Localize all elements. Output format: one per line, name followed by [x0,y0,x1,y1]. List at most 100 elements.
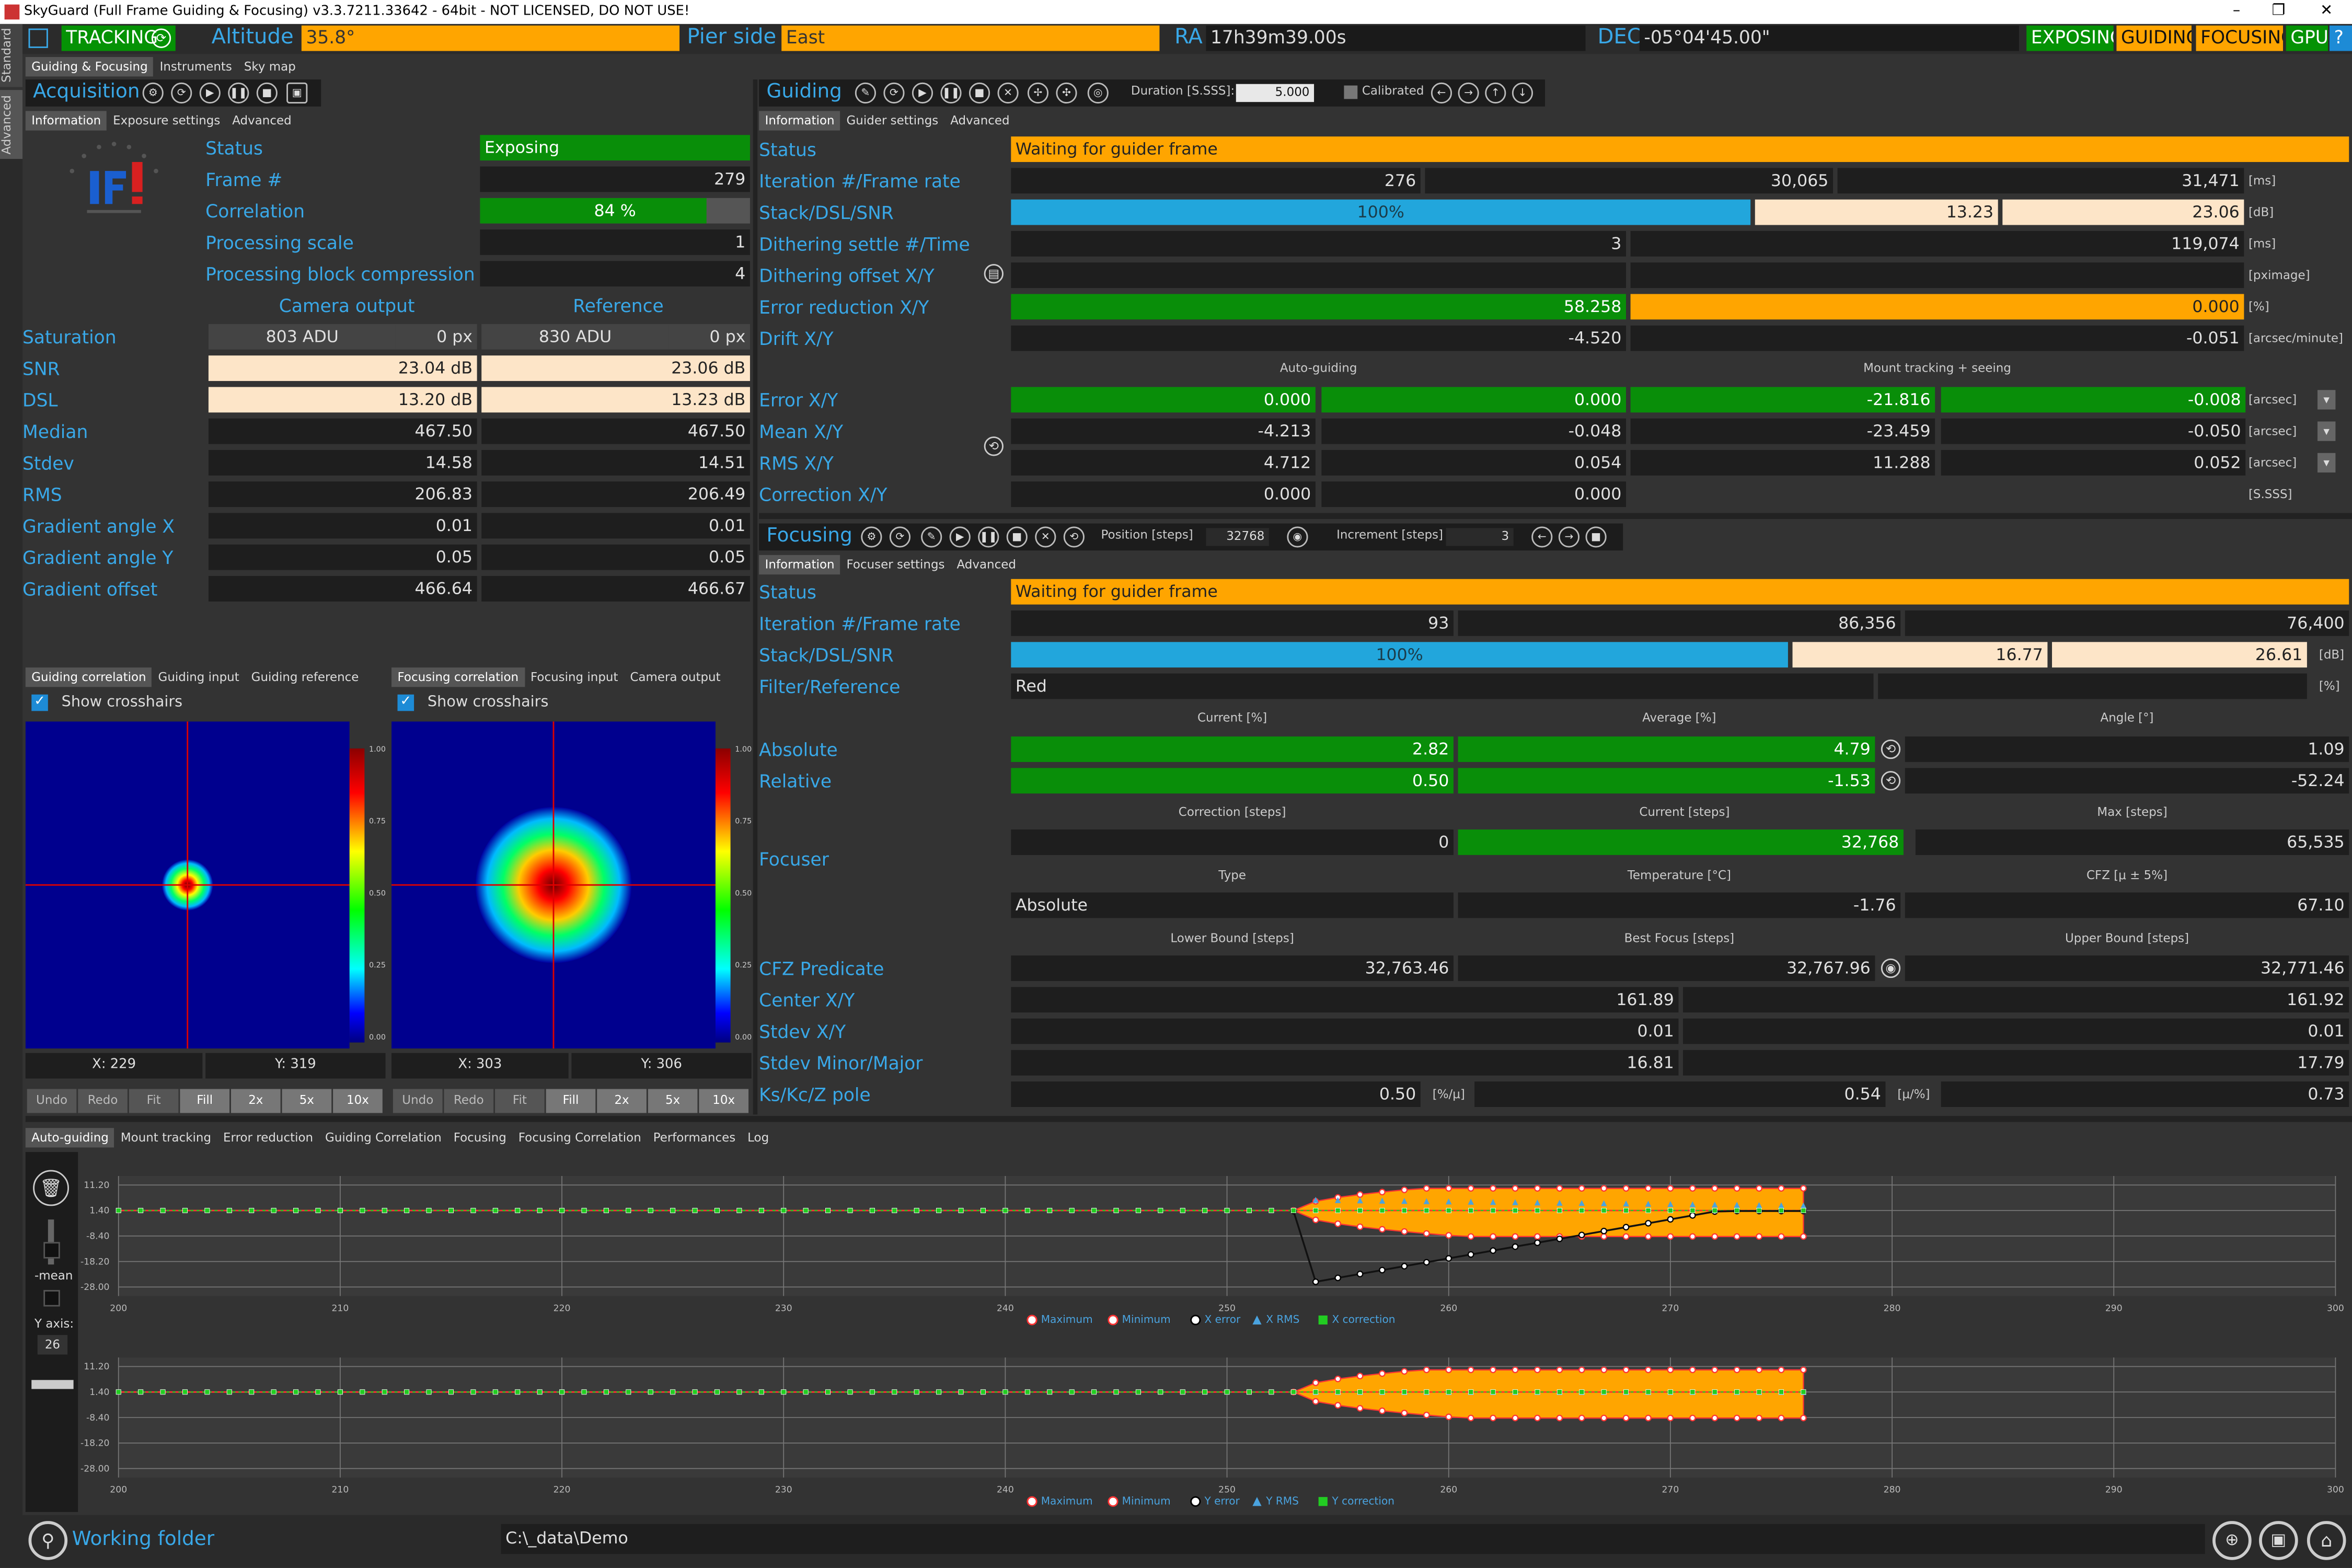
tab-auto-guiding[interactable]: Auto-guiding [25,1128,115,1148]
close-icon[interactable]: ✕ [2307,0,2346,24]
tab-camera-output[interactable]: Camera output [624,667,727,687]
tracking-checkbox[interactable] [28,28,48,48]
save-icon[interactable]: ▣ [2259,1521,2298,1560]
focusing-badge[interactable]: FOCUSING [2196,25,2283,51]
reset-stats-icon[interactable]: ⟲ [984,436,1004,456]
help-button[interactable]: ? [2329,25,2352,51]
tab-focusing-input[interactable]: Focusing input [525,667,624,687]
side-tab-standard[interactable]: Standard [0,24,23,87]
row-dropdown-icon[interactable]: ▾ [2317,453,2336,473]
focus-pause-icon[interactable]: ❚❚ [978,526,999,548]
guiding-clear-icon[interactable]: ✕ [997,82,1019,104]
stop-icon[interactable]: ■ [256,82,278,104]
play-icon[interactable]: ▶ [199,82,221,104]
position-input[interactable]: 32768 [1206,528,1269,546]
yaxis-slider[interactable] [31,1380,74,1389]
tab-guiding-correlation-chart[interactable]: Guiding Correlation [319,1128,448,1147]
tab-guiding-correlation[interactable]: Guiding correlation [25,667,153,687]
arrow-left-icon[interactable]: ← [1431,82,1452,104]
screen-icon[interactable]: ▣ [286,82,308,104]
left-fit-button[interactable]: Fit [129,1089,179,1113]
focus-clear-icon[interactable]: ✕ [1035,526,1056,548]
refresh-icon[interactable]: ⟳ [171,82,192,104]
settings-icon[interactable]: ⚙ [142,82,164,104]
side-tab-advanced[interactable]: Advanced [0,90,23,159]
left-fill-button[interactable]: Fill [180,1089,230,1113]
trash-icon[interactable]: 🗑 [33,1170,70,1206]
tab-instruments[interactable]: Instruments [154,57,238,76]
left-5x-button[interactable]: 5x [282,1089,332,1113]
relative-reset-icon[interactable]: ⟲ [1881,771,1901,791]
goto-position-icon[interactable]: ◉ [1287,526,1308,548]
tab-focusing-chart[interactable]: Focusing [447,1128,512,1147]
target-icon[interactable]: ◎ [1087,82,1109,104]
row-dropdown-icon[interactable]: ▾ [2317,421,2336,441]
tab-guiding-input[interactable]: Guiding input [152,667,245,687]
wand-icon[interactable]: ✎ [855,82,877,104]
move-icon[interactable]: ✣ [1056,82,1077,104]
horizontal-divider-guiding[interactable] [759,513,2352,519]
absolute-reset-icon[interactable]: ⟲ [1881,739,1901,759]
working-folder-path[interactable]: C:\_data\Demo [501,1524,2205,1554]
right-10x-button[interactable]: 10x [699,1089,749,1113]
right-fill-button[interactable]: Fill [546,1089,596,1113]
gpu-badge[interactable]: GPU [2286,25,2328,51]
home-icon[interactable]: ⌂ [2307,1521,2346,1560]
guiding-play-icon[interactable]: ▶ [912,82,933,104]
tab-log[interactable]: Log [742,1128,775,1147]
horizontal-divider-charts[interactable] [25,1116,2352,1122]
focus-stop-icon[interactable]: ■ [1006,526,1028,548]
tab-guider-settings[interactable]: Guider settings [840,111,944,130]
arrow-down-icon[interactable]: ↓ [1512,82,1534,104]
focus-wand-icon[interactable]: ✎ [921,526,942,548]
tab-focusing-correlation[interactable]: Focusing correlation [391,667,525,687]
tab-acq-information[interactable]: Information [25,111,107,131]
tab-focusing-correlation-chart[interactable]: Focusing Correlation [512,1128,647,1147]
focus-play-icon[interactable]: ▶ [949,526,971,548]
guiding-badge[interactable]: GUIDING [2116,25,2192,51]
tab-focuser-settings[interactable]: Focuser settings [840,555,951,574]
calibrated-checkbox[interactable] [1344,85,1358,99]
goto-best-focus-icon[interactable]: ◉ [1881,958,1901,978]
vertical-divider[interactable] [753,79,758,1115]
tab-error-reduction[interactable]: Error reduction [217,1128,319,1147]
focus-halt-icon[interactable]: ■ [1585,526,1607,548]
focus-out-icon[interactable]: → [1558,526,1580,548]
working-folder-icon[interactable]: ⚲ [28,1521,68,1560]
guiding-pause-icon[interactable]: ❚❚ [940,82,962,104]
tab-focusing-information[interactable]: Information [759,555,841,575]
mean-toggle[interactable] [43,1290,60,1307]
left-undo-button[interactable]: Undo [27,1089,77,1113]
left-crosshairs-checkbox[interactable]: ✓ [31,694,48,711]
tab-acq-advanced[interactable]: Advanced [226,111,297,130]
left-redo-button[interactable]: Redo [78,1089,128,1113]
focus-settings-icon[interactable]: ⚙ [861,526,882,548]
focus-in-icon[interactable]: ← [1531,526,1553,548]
tab-mount-tracking[interactable]: Mount tracking [114,1128,217,1147]
dither-icon[interactable]: ✢ [1027,82,1049,104]
tab-sky-map[interactable]: Sky map [238,57,302,76]
tracking-refresh-icon[interactable]: ⟳ [151,28,171,48]
left-10x-button[interactable]: 10x [333,1089,383,1113]
maximize-icon[interactable]: ❐ [2259,0,2298,24]
guiding-refresh-icon[interactable]: ⟳ [883,82,905,104]
tab-acq-exposure[interactable]: Exposure settings [107,111,226,130]
focus-reset-icon[interactable]: ⟲ [1063,526,1085,548]
tab-focusing-advanced[interactable]: Advanced [951,555,1022,574]
right-undo-button[interactable]: Undo [393,1089,443,1113]
tab-guiding-advanced[interactable]: Advanced [944,111,1016,130]
right-5x-button[interactable]: 5x [648,1089,698,1113]
arrow-up-icon[interactable]: ↑ [1485,82,1506,104]
dither-calc-icon[interactable]: ▤ [984,264,1004,284]
right-redo-button[interactable]: Redo [444,1089,494,1113]
browse-folder-icon[interactable]: ⊕ [2212,1521,2252,1560]
exposing-badge[interactable]: EXPOSING [2026,25,2114,51]
pause-icon[interactable]: ❚❚ [228,82,249,104]
left-2x-button[interactable]: 2x [230,1089,281,1113]
yaxis-input[interactable]: 26 [37,1335,68,1355]
minimize-icon[interactable]: – [2217,0,2256,24]
tab-guiding-reference[interactable]: Guiding reference [245,667,365,687]
mean-checkbox[interactable] [43,1242,60,1259]
tab-guiding-focusing[interactable]: Guiding & Focusing [25,57,154,77]
tab-performances[interactable]: Performances [647,1128,741,1147]
